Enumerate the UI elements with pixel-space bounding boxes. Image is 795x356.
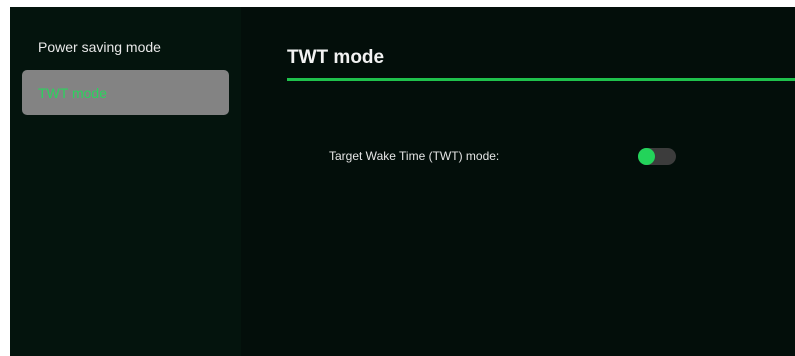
twt-mode-toggle[interactable] [638, 147, 676, 165]
title-divider [287, 78, 795, 81]
settings-window: Power saving mode TWT mode TWT mode Targ… [10, 7, 795, 356]
sidebar-item-label: TWT mode [38, 85, 107, 101]
toggle-knob [638, 147, 655, 165]
sidebar-item-label: Power saving mode [38, 39, 161, 55]
page-title: TWT mode [287, 47, 385, 68]
sidebar: Power saving mode TWT mode [10, 7, 241, 356]
main-panel: TWT mode Target Wake Time (TWT) mode: [241, 7, 795, 356]
twt-mode-setting-row: Target Wake Time (TWT) mode: [329, 146, 795, 166]
twt-mode-label: Target Wake Time (TWT) mode: [329, 149, 500, 163]
sidebar-item-twt-mode[interactable]: TWT mode [22, 70, 229, 115]
sidebar-item-power-saving-mode[interactable]: Power saving mode [22, 35, 229, 63]
